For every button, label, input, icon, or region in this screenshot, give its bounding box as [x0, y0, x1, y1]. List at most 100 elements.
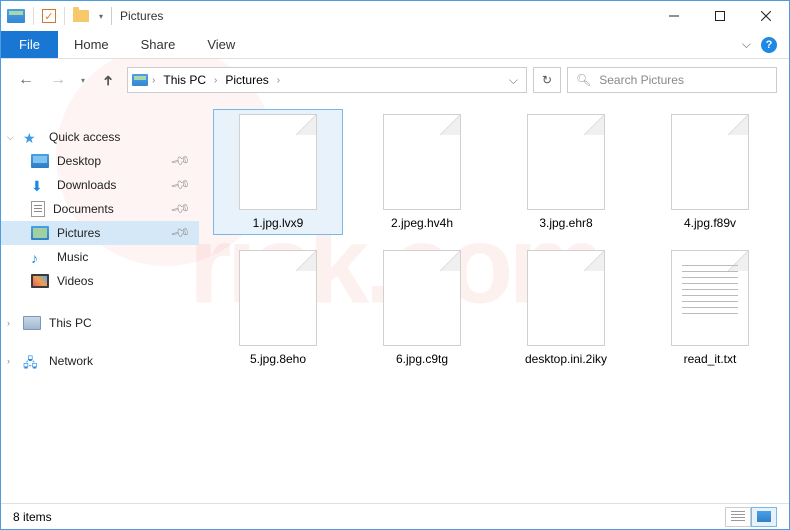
qat-separator	[33, 7, 34, 25]
sidebar-label: Quick access	[49, 130, 120, 144]
file-item[interactable]: read_it.txt	[645, 245, 775, 371]
sidebar-item-downloads[interactable]: ⬇ Downloads 📌︎	[1, 173, 199, 197]
maximize-button[interactable]	[697, 1, 743, 31]
pin-icon: 📌︎	[169, 198, 192, 221]
sidebar-this-pc[interactable]: › This PC	[1, 311, 199, 335]
pin-icon: 📌︎	[169, 174, 192, 197]
music-icon: ♪	[31, 250, 49, 264]
chevron-right-icon[interactable]: ›	[277, 75, 280, 86]
ribbon-tab-share[interactable]: Share	[125, 31, 192, 58]
navigation-pane: ⌵ ★ Quick access Desktop 📌︎ ⬇ Downloads …	[1, 101, 199, 495]
file-thumbnail	[383, 114, 461, 210]
status-item-count: 8 items	[13, 510, 52, 524]
sidebar-item-desktop[interactable]: Desktop 📌︎	[1, 149, 199, 173]
file-thumbnail	[671, 114, 749, 210]
help-icon[interactable]: ?	[761, 37, 777, 53]
refresh-button[interactable]: ↻	[533, 67, 561, 93]
ribbon-tab-view[interactable]: View	[191, 31, 251, 58]
breadcrumb-this-pc[interactable]: This PC	[159, 73, 210, 87]
chevron-right-icon[interactable]: ›	[214, 75, 217, 86]
sidebar-label: Documents	[53, 202, 114, 216]
view-details-button[interactable]	[725, 507, 751, 527]
folder-icon	[73, 10, 89, 22]
file-thumbnail	[527, 250, 605, 346]
file-name: 6.jpg.c9tg	[396, 352, 448, 366]
sidebar-item-music[interactable]: ♪ Music	[1, 245, 199, 269]
forward-button[interactable]: →	[45, 67, 71, 93]
pictures-icon	[31, 226, 49, 240]
file-item[interactable]: 3.jpg.ehr8	[501, 109, 631, 235]
file-item[interactable]: 1.jpg.lvx9	[213, 109, 343, 235]
address-bar[interactable]: › This PC › Pictures › ⌵	[127, 67, 527, 93]
chevron-right-icon[interactable]: ›	[152, 75, 155, 86]
sidebar-label: Videos	[57, 274, 93, 288]
sidebar-label: Desktop	[57, 154, 101, 168]
title-bar: ✓ ▾ Pictures	[1, 1, 789, 31]
qat-dropdown-icon[interactable]: ▾	[99, 12, 103, 21]
close-button[interactable]	[743, 1, 789, 31]
title-separator	[111, 7, 112, 25]
desktop-icon	[31, 154, 49, 168]
file-item[interactable]: 6.jpg.c9tg	[357, 245, 487, 371]
sidebar-label: Downloads	[57, 178, 116, 192]
file-item[interactable]: 2.jpeg.hv4h	[357, 109, 487, 235]
file-name: 3.jpg.ehr8	[539, 216, 592, 230]
location-icon	[132, 74, 148, 86]
pin-icon: 📌︎	[169, 150, 192, 173]
file-thumbnail	[239, 114, 317, 210]
search-placeholder: Search Pictures	[599, 73, 684, 87]
sidebar-item-documents[interactable]: Documents 📌︎	[1, 197, 199, 221]
file-name: 2.jpeg.hv4h	[391, 216, 453, 230]
file-item[interactable]: desktop.ini.2iky	[501, 245, 631, 371]
pin-icon: 📌︎	[169, 222, 192, 245]
file-item[interactable]: 5.jpg.8eho	[213, 245, 343, 371]
file-name: 5.jpg.8eho	[250, 352, 306, 366]
chevron-expand-icon[interactable]: ⌵	[7, 132, 14, 143]
documents-icon	[31, 201, 45, 217]
chevron-collapse-icon[interactable]: ›	[7, 318, 10, 328]
sidebar-label: Pictures	[57, 226, 100, 240]
history-dropdown-icon[interactable]: ▾	[81, 76, 85, 85]
sidebar-item-videos[interactable]: Videos	[1, 269, 199, 293]
ribbon-tabs: File Home Share View ⌵ ?	[1, 31, 789, 59]
file-name: desktop.ini.2iky	[525, 352, 607, 366]
qat-properties-button[interactable]: ✓	[42, 9, 56, 23]
ribbon-file-tab[interactable]: File	[1, 31, 58, 58]
file-list[interactable]: 1.jpg.lvx9 2.jpeg.hv4h 3.jpg.ehr8 4.jpg.f89…	[199, 101, 789, 495]
app-icon	[7, 9, 25, 23]
sidebar-label: Network	[49, 354, 93, 368]
up-button[interactable]: ➜	[95, 67, 121, 93]
this-pc-icon	[23, 316, 41, 330]
file-thumbnail	[239, 250, 317, 346]
network-icon: 🖧	[23, 354, 41, 368]
star-icon: ★	[23, 130, 41, 144]
file-thumbnail	[671, 250, 749, 346]
downloads-icon: ⬇	[31, 178, 49, 192]
qat-separator	[64, 7, 65, 25]
window-title: Pictures	[120, 9, 163, 23]
file-item[interactable]: 4.jpg.f89v	[645, 109, 775, 235]
minimize-button[interactable]	[651, 1, 697, 31]
back-button[interactable]: ←	[13, 67, 39, 93]
file-name: 1.jpg.lvx9	[253, 216, 304, 230]
view-large-icons-button[interactable]	[751, 507, 777, 527]
chevron-collapse-icon[interactable]: ›	[7, 356, 10, 366]
videos-icon	[31, 274, 49, 288]
search-icon: 🔍︎	[576, 73, 591, 87]
navigation-bar: ← → ▾ ➜ › This PC › Pictures › ⌵ ↻ 🔍︎ Se…	[1, 59, 789, 101]
sidebar-label: This PC	[49, 316, 92, 330]
sidebar-quick-access[interactable]: ⌵ ★ Quick access	[1, 125, 199, 149]
file-name: 4.jpg.f89v	[684, 216, 736, 230]
search-input[interactable]: 🔍︎ Search Pictures	[567, 67, 777, 93]
sidebar-item-pictures[interactable]: Pictures 📌︎	[1, 221, 199, 245]
sidebar-label: Music	[57, 250, 88, 264]
file-name: read_it.txt	[684, 352, 737, 366]
ribbon-expand-icon[interactable]: ⌵	[742, 37, 751, 52]
breadcrumb-pictures[interactable]: Pictures	[221, 73, 272, 87]
status-bar: 8 items	[1, 503, 789, 529]
sidebar-network[interactable]: › 🖧 Network	[1, 349, 199, 373]
file-thumbnail	[527, 114, 605, 210]
address-dropdown-icon[interactable]: ⌵	[509, 73, 518, 88]
file-thumbnail	[383, 250, 461, 346]
ribbon-tab-home[interactable]: Home	[58, 31, 125, 58]
